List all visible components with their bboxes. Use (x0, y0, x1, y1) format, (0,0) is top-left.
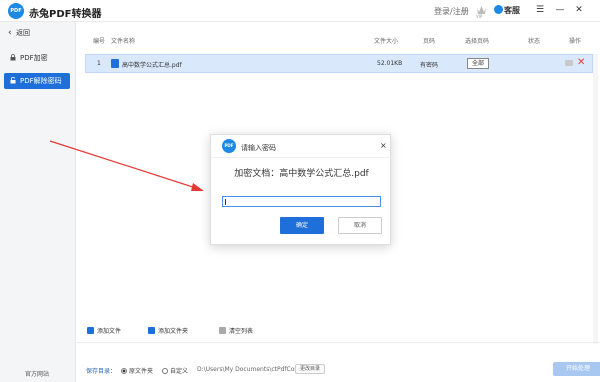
col-no: 编号 (93, 38, 106, 45)
service-label: 客服 (504, 6, 520, 15)
lock-icon (10, 54, 16, 61)
row-pages: 有密码 (420, 62, 439, 69)
table-header: 编号 文件名称 文件大小 页码 选择页码 状态 操作 (85, 36, 593, 48)
add-folder-button[interactable]: 添加文件夹 (148, 326, 188, 335)
trash-icon (219, 327, 226, 334)
change-dir-button[interactable]: 更改目录 (295, 364, 326, 374)
col-size: 文件大小 (374, 38, 399, 45)
add-folder-label: 添加文件夹 (158, 328, 189, 335)
sidebar-item-label: PDF加密 (20, 54, 48, 62)
col-action: 操作 (569, 38, 582, 45)
text-cursor (225, 199, 226, 205)
menu-button[interactable]: ☰ (534, 4, 546, 16)
customer-service-button[interactable]: 客服 (494, 5, 520, 16)
row-filename: 高中数学公式汇总.pdf (122, 62, 182, 69)
clear-list-label: 清空列表 (229, 328, 254, 335)
minimize-button[interactable]: — (554, 4, 566, 16)
password-dialog: PDF 请输入密码 × 加密文档：高中数学公式汇总.pdf 确定 取消 (210, 134, 392, 245)
add-file-button[interactable]: 添加文件 (87, 326, 121, 335)
radio-custom-label: 自定义 (170, 368, 189, 375)
row-size: 52.01KB (377, 60, 403, 67)
login-register-link[interactable]: 登录/注册 (434, 6, 469, 17)
add-file-label: 添加文件 (97, 328, 122, 335)
close-window-button[interactable]: ✕ (573, 4, 585, 16)
back-button[interactable]: ‹ 返回 (8, 28, 30, 38)
dialog-divider (211, 157, 392, 158)
title-bar: PDF 赤兔PDF转换器 登录/注册 VIP 客服 ☰ — ✕ (0, 0, 600, 22)
save-path: D:\Users\My Documents\ctPdfCon (197, 366, 299, 373)
folder-icon[interactable] (565, 60, 573, 66)
file-toolbar: 添加文件 添加文件夹 清空列表 (85, 326, 593, 340)
dialog-title: 请输入密码 (241, 144, 276, 152)
col-status: 状态 (528, 38, 541, 45)
start-process-button[interactable]: 开始处理 (553, 362, 600, 376)
chevron-left-icon: ‹ (8, 28, 12, 38)
row-no: 1 (97, 60, 101, 67)
col-name: 文件名称 (111, 38, 136, 45)
col-select-pages: 选择页码 (465, 38, 490, 45)
table-row[interactable]: 1 高中数学公式汇总.pdf 52.01KB 有密码 全部 ✕ (85, 54, 593, 73)
sidebar-item-label: PDF解除密码 (20, 77, 62, 85)
sidebar-item-pdf-encrypt[interactable]: PDF加密 (4, 50, 70, 66)
save-dir-label: 保存目录： (86, 368, 117, 375)
headset-icon (494, 5, 503, 14)
folder-icon (148, 327, 155, 334)
divider (77, 342, 600, 343)
col-pages: 页码 (423, 38, 436, 45)
app-logo: PDF (8, 3, 24, 19)
radio-unchecked-icon (162, 368, 168, 374)
add-file-icon (87, 327, 94, 334)
pdf-file-icon (111, 59, 119, 68)
delete-icon[interactable]: ✕ (577, 57, 585, 68)
clear-list-button[interactable]: 清空列表 (219, 326, 253, 335)
unlock-icon (10, 77, 16, 84)
encrypted-document-label: 加密文档：高中数学公式汇总.pdf (234, 169, 369, 179)
password-input[interactable] (222, 196, 381, 207)
radio-custom[interactable]: 自定义 (162, 366, 188, 375)
sidebar: ‹ 返回 PDF加密 PDF解除密码 官方网站 (0, 22, 76, 382)
select-all-pages-button[interactable]: 全部 (467, 58, 490, 69)
vip-badge: VIP (476, 14, 483, 19)
radio-source-folder[interactable]: 原文件夹 (121, 366, 153, 375)
back-label: 返回 (16, 29, 30, 37)
scrollbar[interactable] (593, 54, 598, 344)
confirm-button[interactable]: 确定 (280, 217, 324, 234)
footer-bar: 保存目录： 原文件夹 自定义 D:\Users\My Documents\ctP… (85, 362, 600, 378)
cancel-button[interactable]: 取消 (338, 217, 382, 234)
dialog-logo: PDF (222, 139, 236, 153)
app-title: 赤兔PDF转换器 (29, 9, 102, 20)
dialog-close-icon[interactable]: × (380, 141, 387, 150)
radio-source-label: 原文件夹 (129, 368, 154, 375)
radio-checked-icon (121, 368, 127, 374)
official-website-link[interactable]: 官方网站 (25, 369, 49, 378)
sidebar-item-pdf-remove-password[interactable]: PDF解除密码 (4, 73, 70, 89)
